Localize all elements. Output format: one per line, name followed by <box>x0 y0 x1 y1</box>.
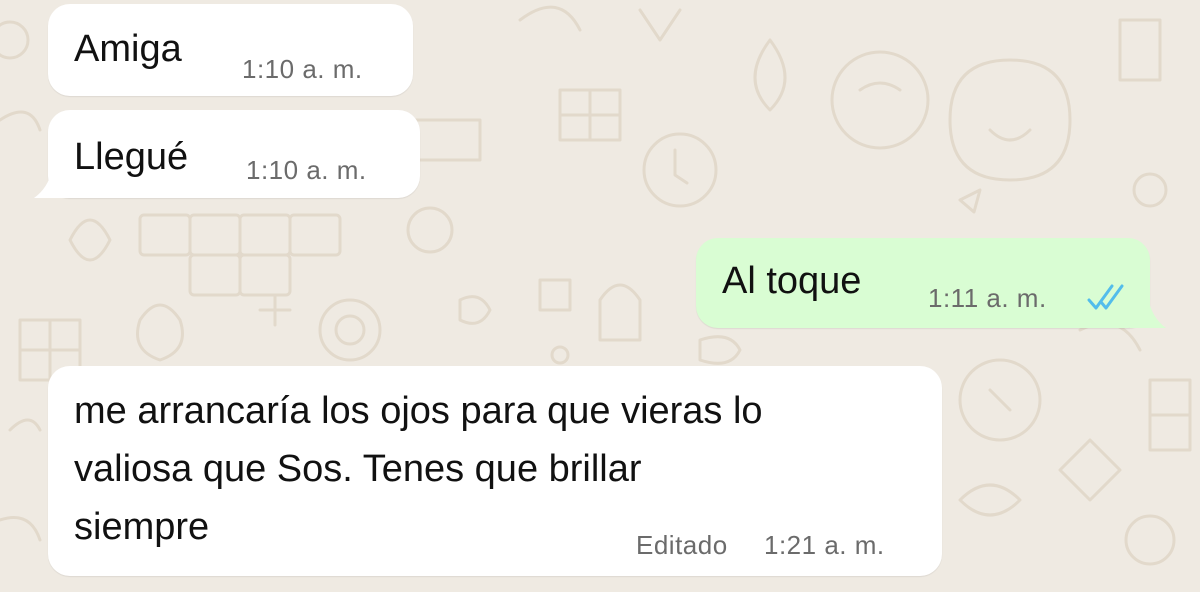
message-text-line: valiosa que Sos. Tenes que brillar <box>74 448 642 490</box>
message-text: Llegué <box>74 136 189 178</box>
message-bubble-incoming[interactable]: me arrancaría los ojos para que vieras l… <box>48 366 942 576</box>
message-text-line: siempre <box>74 506 210 548</box>
message-time: 1:11 a. m. <box>928 283 1047 313</box>
message-text-line: me arrancaría los ojos para que vieras l… <box>74 390 763 432</box>
edited-label: Editado <box>636 530 728 560</box>
bubble-tail-incoming <box>34 170 70 198</box>
message-time: 1:10 a. m. <box>246 155 367 185</box>
bubble-tail-outgoing <box>1130 298 1166 328</box>
message-text: Amiga <box>74 28 182 70</box>
message-bubble-outgoing[interactable]: Al toque 1:11 a. m. <box>696 238 1150 328</box>
message-bubble-incoming[interactable]: Llegué 1:10 a. m. <box>48 110 420 198</box>
message-time: 1:10 a. m. <box>242 54 363 84</box>
double-check-icon <box>1087 284 1124 310</box>
message-bubble-incoming[interactable]: Amiga 1:10 a. m. <box>48 4 413 96</box>
message-text: Al toque <box>722 260 862 302</box>
message-time: 1:21 a. m. <box>764 530 885 560</box>
